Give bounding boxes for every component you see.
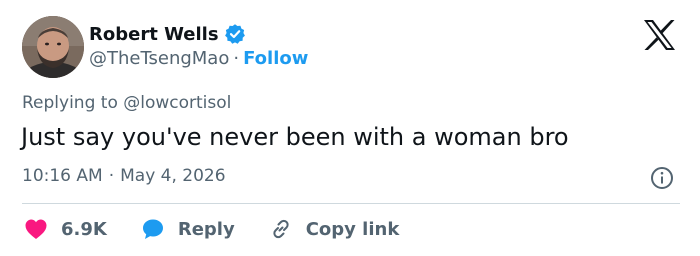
- tweet-actions: 6.9K Reply Copy link: [24, 216, 433, 242]
- tweet-time: 10:16 AM: [22, 166, 103, 186]
- handle-separator: ·: [233, 48, 240, 69]
- copy-link-button[interactable]: Copy link: [269, 217, 400, 241]
- copy-link-label: Copy link: [305, 218, 400, 240]
- link-icon: [273, 219, 289, 239]
- heart-icon: [25, 219, 47, 239]
- tweet-text: Just say you've never been with a woman …: [21, 123, 569, 151]
- speech-bubble-icon: [142, 219, 163, 239]
- replying-to-label: Replying to: [22, 93, 118, 113]
- reply-button[interactable]: Reply: [141, 217, 235, 241]
- verified-badge-icon: [224, 23, 246, 45]
- reply-mention-link[interactable]: @lowcortisol: [123, 93, 231, 113]
- author-handle-row: @TheTsengMao · Follow: [89, 48, 308, 69]
- timestamp-separator: ·: [108, 166, 115, 186]
- author-handle[interactable]: @TheTsengMao: [89, 48, 229, 69]
- tweet-timestamp[interactable]: 10:16 AM · May 4, 2026: [22, 166, 226, 186]
- info-icon[interactable]: [650, 166, 674, 190]
- avatar[interactable]: [22, 16, 84, 78]
- avatar-image: [22, 16, 84, 78]
- x-logo-icon[interactable]: [640, 18, 678, 52]
- like-count: 6.9K: [61, 218, 107, 240]
- like-button[interactable]: 6.9K: [24, 218, 107, 240]
- reply-context: Replying to @lowcortisol: [22, 93, 231, 113]
- divider: [22, 203, 680, 204]
- embedded-tweet: Robert Wells @TheTsengMao · Follow Replyin…: [0, 0, 700, 256]
- reply-label: Reply: [177, 218, 235, 240]
- tweet-date: May 4, 2026: [120, 166, 226, 186]
- follow-button[interactable]: Follow: [243, 48, 308, 69]
- author-name-row: Robert Wells: [89, 22, 246, 46]
- author-display-name[interactable]: Robert Wells: [89, 24, 219, 45]
